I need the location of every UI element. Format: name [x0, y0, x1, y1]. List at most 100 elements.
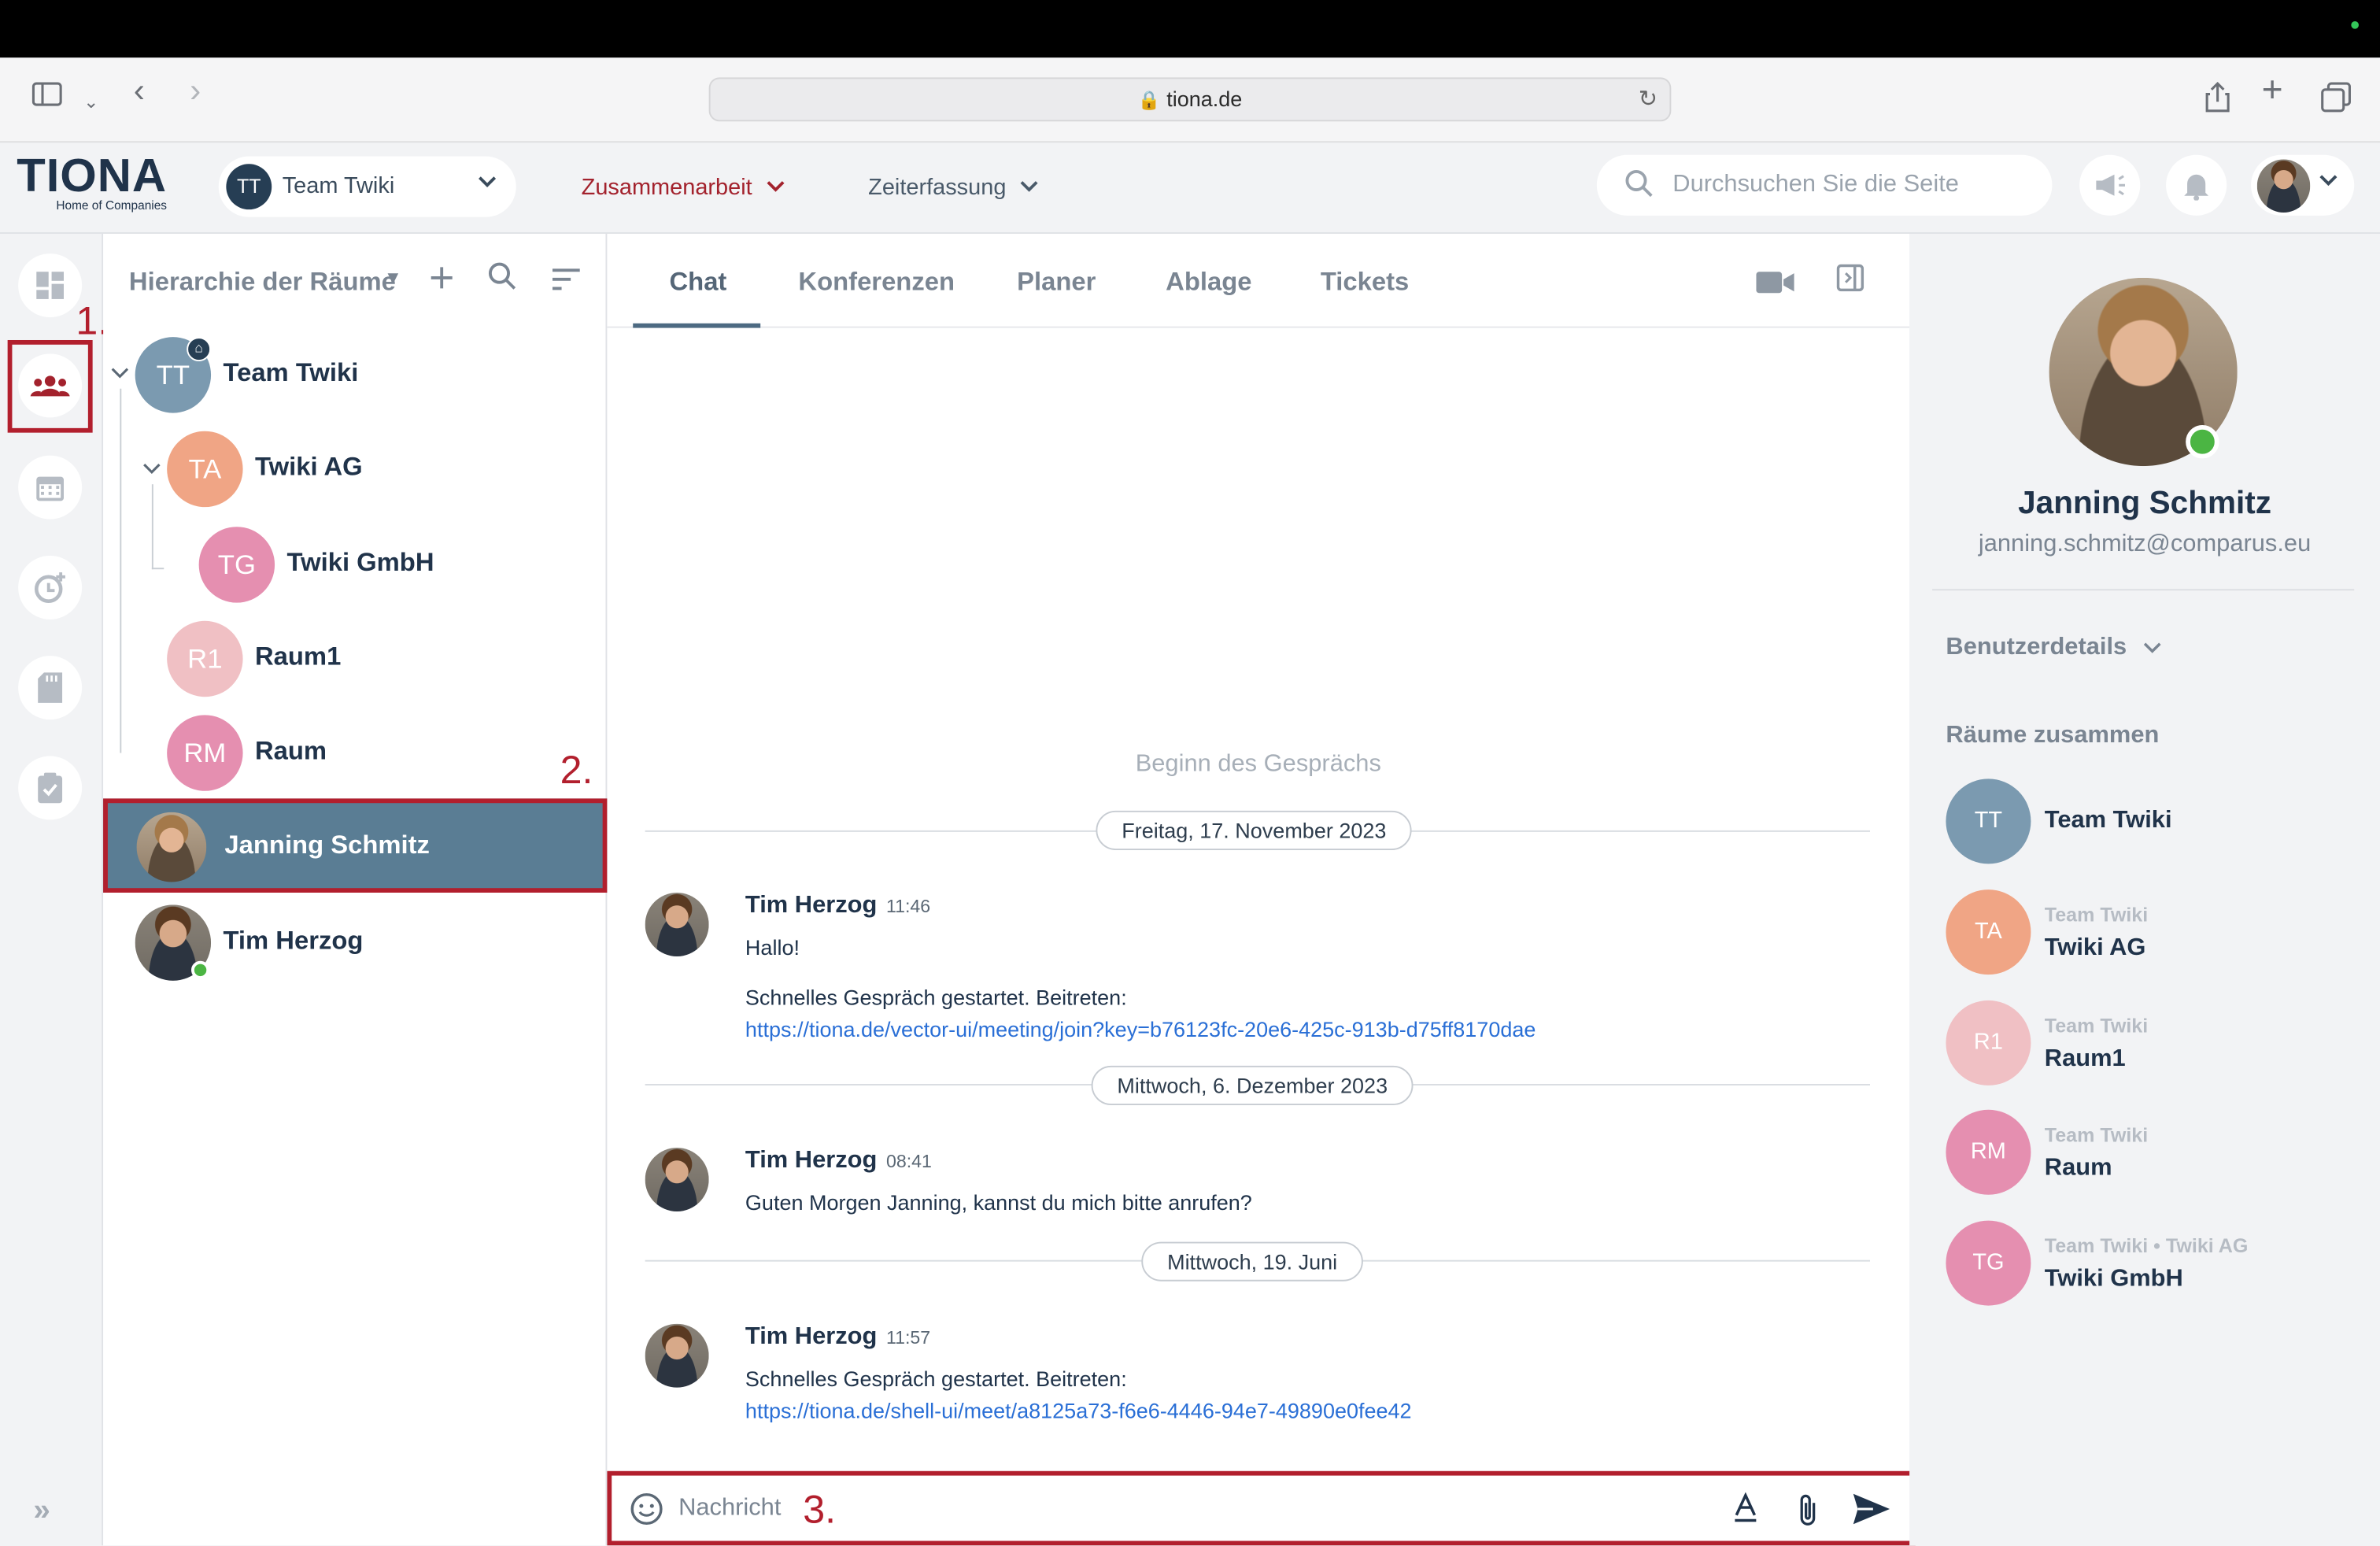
shared-room-item[interactable]: TA Team Twiki Twiki AG	[1946, 890, 2356, 978]
calendar-icon[interactable]	[18, 455, 83, 520]
tree-line	[120, 388, 122, 753]
room-avatar: TG	[198, 527, 275, 603]
send-icon[interactable]	[1852, 1492, 1891, 1535]
toggle-side-panel-icon[interactable]	[1836, 264, 1864, 301]
sender-avatar[interactable]	[645, 1148, 709, 1211]
meeting-link[interactable]: https://tiona.de/shell-ui/meet/a8125a73-…	[745, 1398, 1412, 1422]
nav-zeiterfassung[interactable]: Zeiterfassung	[868, 175, 1040, 201]
message-sender[interactable]: Tim Herzog 11:57	[745, 1324, 930, 1352]
tiona-logo[interactable]: TIONA Home of Companies	[17, 149, 168, 213]
site-search[interactable]	[1596, 154, 2053, 216]
room-parent: Team Twiki	[2044, 903, 2149, 926]
tab-planer[interactable]: Planer	[1017, 267, 1096, 298]
add-room-icon[interactable]	[428, 261, 456, 301]
shared-room-item[interactable]: TT Team Twiki	[1946, 779, 2356, 867]
tree-line	[151, 484, 164, 570]
logo-subtitle: Home of Companies	[56, 198, 167, 213]
video-call-icon[interactable]	[1756, 268, 1795, 303]
new-tab-icon[interactable]: +	[2262, 72, 2283, 109]
sort-icon[interactable]	[551, 261, 582, 301]
emoji-icon[interactable]	[630, 1492, 663, 1535]
tabs-overview-icon[interactable]	[2321, 82, 2352, 118]
dashboard-icon[interactable]	[18, 253, 83, 318]
room-name: Raum1	[255, 642, 342, 671]
announcements-icon[interactable]	[2079, 154, 2141, 216]
collapse-chevron-icon[interactable]	[142, 460, 161, 481]
step-2-label: 2.	[560, 746, 593, 793]
room-avatar: R1	[1946, 1000, 2031, 1086]
shared-room-item[interactable]: TG Team Twiki • Twiki AG Twiki GmbH	[1946, 1220, 2356, 1309]
message-sender[interactable]: Tim Herzog 08:41	[745, 1148, 932, 1175]
reload-icon[interactable]: ↻	[1639, 79, 1658, 120]
step-3-label: 3.	[803, 1486, 837, 1532]
text-format-icon[interactable]	[1732, 1492, 1760, 1532]
tab-tickets[interactable]: Tickets	[1321, 267, 1409, 298]
forward-icon[interactable]: ›	[190, 74, 201, 107]
sidebar-toggle-icon[interactable]	[31, 82, 63, 113]
online-status-icon	[191, 960, 210, 979]
address-bar[interactable]: 🔒 tiona.de ↻	[708, 77, 1672, 122]
chevron-down-icon	[1020, 181, 1038, 192]
sender-avatar[interactable]	[645, 893, 709, 956]
expand-rail-icon[interactable]: »	[33, 1494, 50, 1529]
tab-konferenzen[interactable]: Konferenzen	[798, 267, 955, 298]
shared-room-item[interactable]: RM Team Twiki Raum	[1946, 1109, 2356, 1198]
shared-rooms-label: Räume zusammen	[1946, 723, 2160, 749]
tab-ablage[interactable]: Ablage	[1166, 267, 1251, 298]
room-avatar: TA	[167, 431, 243, 508]
message-sender[interactable]: Tim Herzog 11:46	[745, 893, 930, 920]
url-text: tiona.de	[1166, 86, 1243, 111]
room-name: Twiki GmbH	[2044, 1266, 2183, 1293]
room-avatar: R1	[167, 620, 243, 697]
chat-tabs: Chat Konferenzen Planer Ablage Tickets	[607, 234, 1910, 328]
user-avatar	[2256, 159, 2311, 213]
message: Tim Herzog 11:57 Schnelles Gespräch gesta…	[645, 1323, 1860, 1430]
home-icon: ⌂	[187, 337, 212, 361]
step-1-highlight	[7, 340, 93, 433]
meeting-link[interactable]: https://tiona.de/vector-ui/meeting/join?…	[745, 1017, 1536, 1041]
tab-chat[interactable]: Chat	[670, 267, 727, 298]
room-name: Twiki AG	[2044, 935, 2146, 961]
caret-down-icon[interactable]: ▼	[384, 267, 402, 288]
message-input[interactable]	[678, 1490, 785, 1528]
chevron-down-icon[interactable]: ⌄	[83, 87, 98, 117]
conversation-start-label: Beginn des Gesprächs	[1135, 751, 1381, 778]
message-text: Schnelles Gespräch gestartet. Beitreten:	[745, 1366, 1127, 1391]
divider	[1932, 589, 2355, 591]
room-avatar: RM	[167, 715, 243, 791]
left-rail: 1. »	[0, 234, 109, 1546]
contact-name: Tim Herzog	[223, 926, 364, 956]
team-avatar: TT	[226, 164, 272, 210]
attachment-icon[interactable]	[1796, 1492, 1820, 1538]
app-header: TIONA Home of Companies TT Team Twiki Zu…	[0, 142, 2380, 234]
user-menu[interactable]	[2251, 154, 2355, 216]
chevron-down-icon	[477, 170, 498, 196]
lock-icon: 🔒	[1137, 89, 1161, 111]
search-icon[interactable]	[487, 261, 518, 301]
room-parent: Team Twiki • Twiki AG	[2044, 1233, 2249, 1257]
share-icon[interactable]	[2204, 81, 2231, 118]
logo-text: TIONA	[17, 149, 168, 202]
sender-avatar[interactable]	[645, 1323, 709, 1388]
notifications-bell-icon[interactable]	[2166, 154, 2227, 216]
collapse-chevron-icon[interactable]	[111, 364, 129, 386]
nav-zusammenarbeit[interactable]: Zusammenarbeit	[582, 175, 786, 201]
room-avatar: RM	[1946, 1109, 2031, 1195]
date-pill: Mittwoch, 6. Dezember 2023	[1091, 1065, 1414, 1105]
task-check-icon[interactable]	[18, 756, 83, 820]
storage-icon[interactable]	[18, 656, 83, 720]
room-name: Raum1	[2044, 1045, 2126, 1072]
message: Tim Herzog 11:46 Hallo! Schnelles Gespräc…	[645, 893, 1860, 1045]
back-icon[interactable]: ‹	[134, 74, 145, 107]
contact-name: Janning Schmitz	[224, 830, 430, 860]
user-details-toggle[interactable]: Benutzerdetails	[1946, 634, 2160, 662]
date-pill: Mittwoch, 19. Juni	[1141, 1241, 1363, 1282]
time-add-icon[interactable]	[18, 555, 83, 620]
room-avatar: TT	[1946, 779, 2031, 864]
rooms-hierarchy-title[interactable]: Hierarchie der Räume	[129, 267, 396, 298]
direct-chat-janning-schmitz[interactable]: Janning Schmitz	[103, 798, 608, 893]
search-input[interactable]	[1672, 167, 2038, 204]
shared-room-item[interactable]: R1 Team Twiki Raum1	[1946, 1000, 2356, 1089]
team-selector[interactable]: TT Team Twiki	[218, 156, 516, 217]
room-parent: Team Twiki	[2044, 1123, 2149, 1147]
